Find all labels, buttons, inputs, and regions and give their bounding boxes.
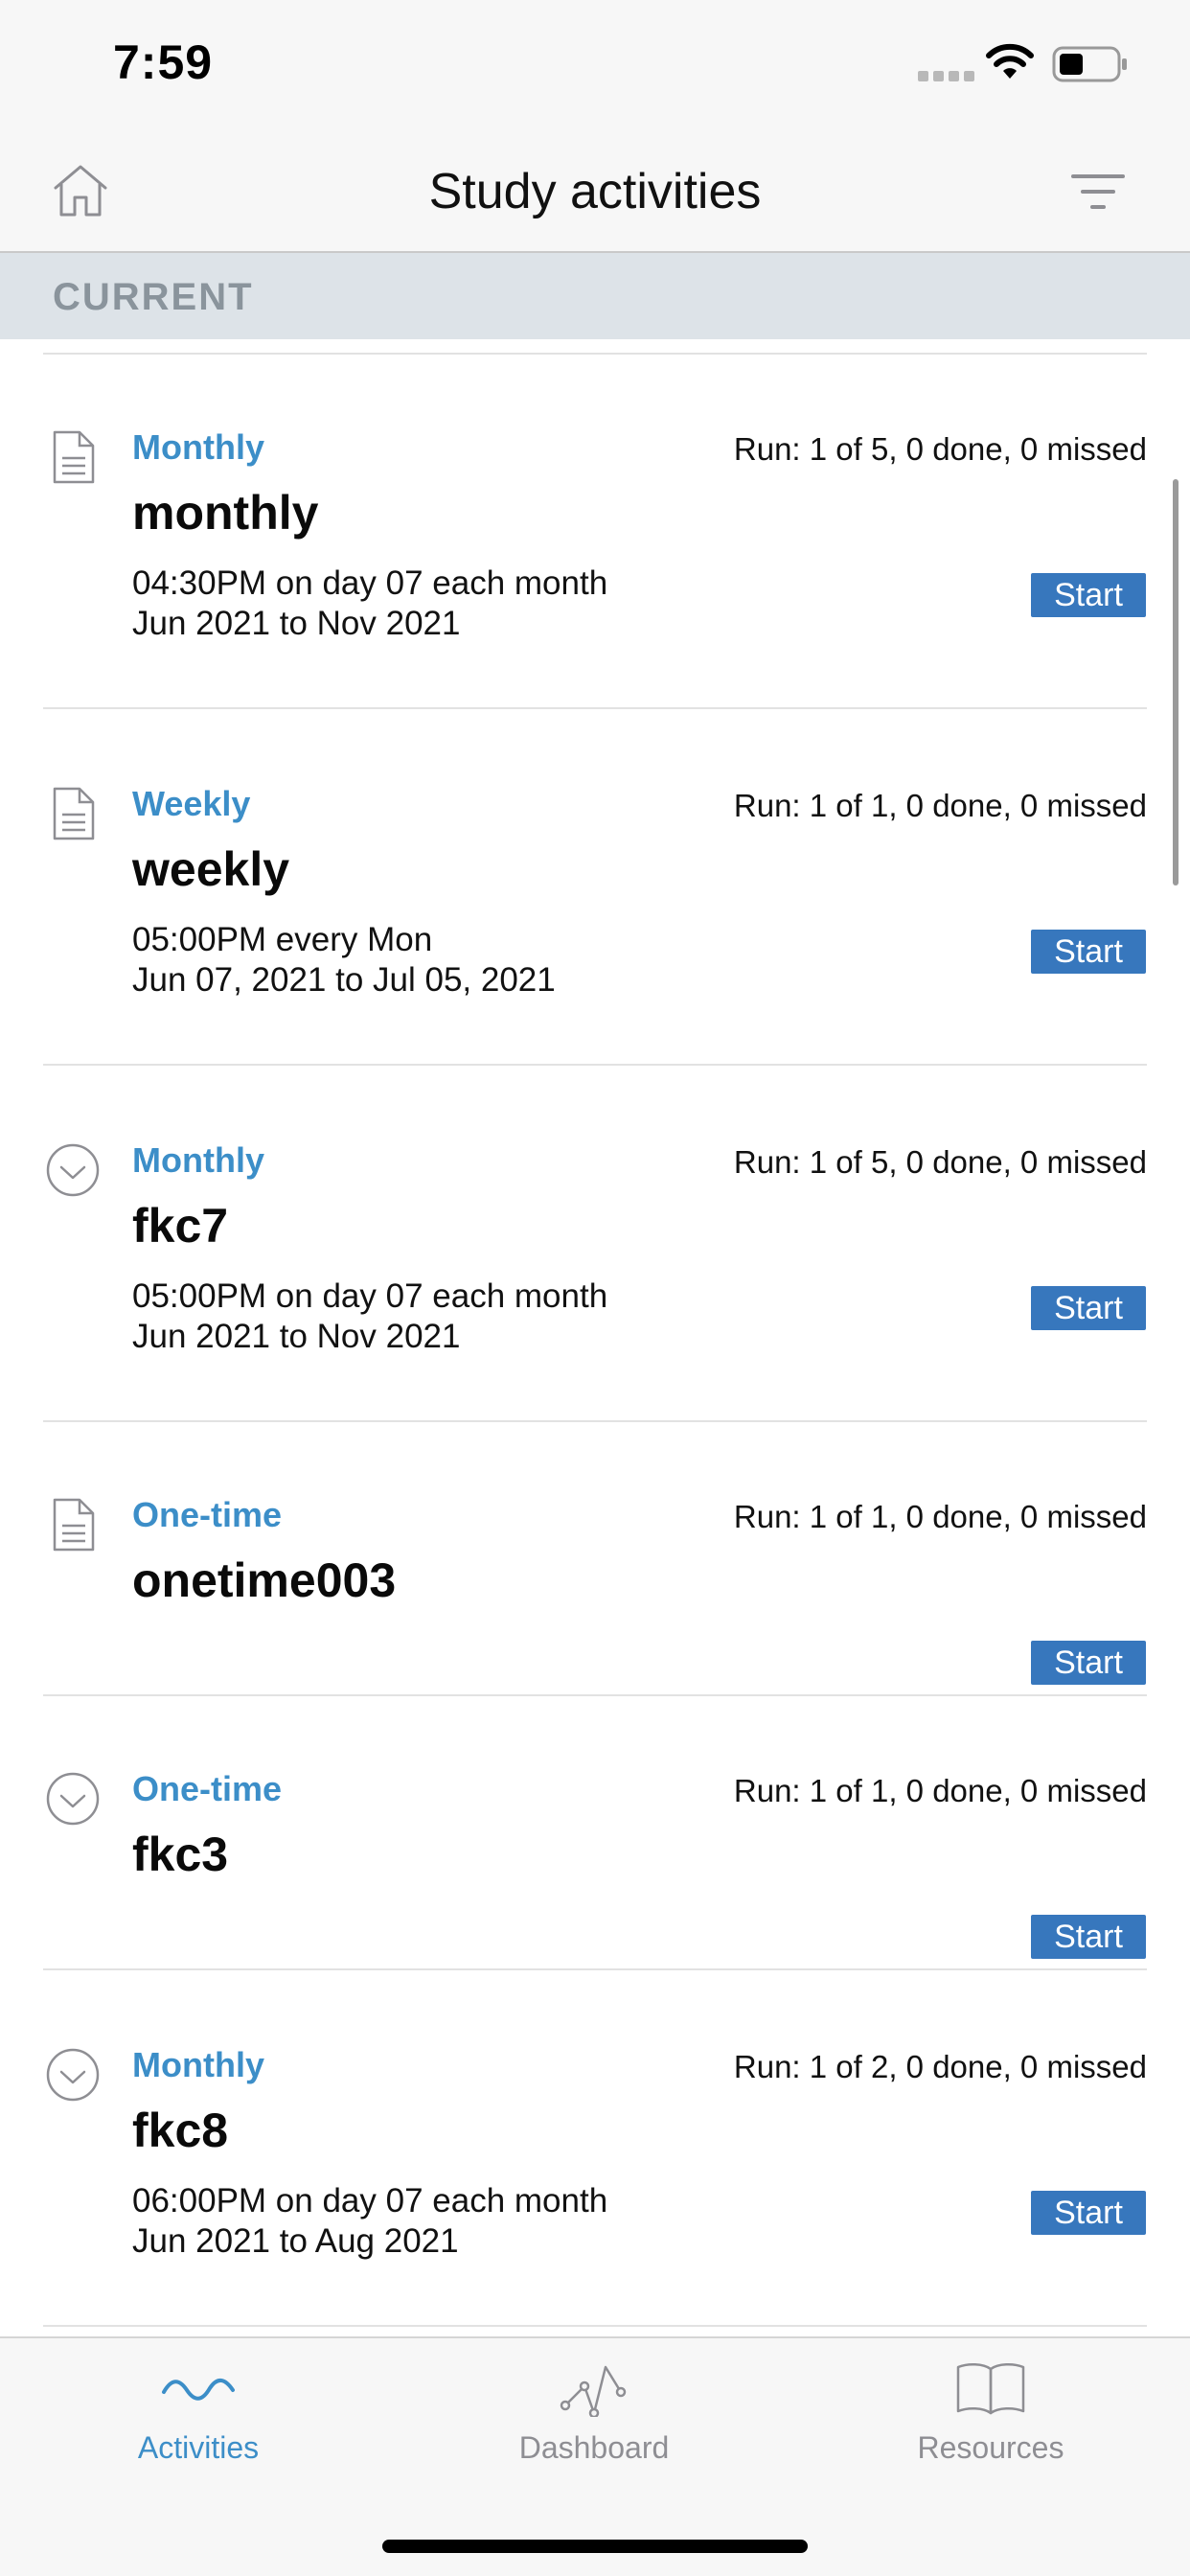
activity-run-status: Run: 1 of 5, 0 done, 0 missed [733, 1144, 1147, 1180]
section-label: CURRENT [53, 276, 254, 318]
start-button[interactable]: Start [1031, 2191, 1146, 2235]
activity-row[interactable]: Weekly Run: 1 of 1, 0 done, 0 missed wee… [0, 709, 1190, 1066]
activity-frequency: Monthly [132, 427, 264, 467]
activities-wave-icon [162, 2379, 235, 2401]
activity-row[interactable]: Monthly Run: 1 of 5, 0 done, 0 missed mo… [0, 355, 1190, 709]
status-bar: 7:59 [0, 0, 1190, 126]
start-button[interactable]: Start [1031, 573, 1146, 617]
activity-row[interactable]: One-time Run: 1 of 1, 0 done, 0 missed o… [0, 1420, 1190, 1696]
activity-schedule: 05:00PM on day 07 each month Jun 2021 to… [132, 1276, 607, 1357]
schedule-time: 05:00PM on day 07 each month [132, 1277, 608, 1315]
activity-name: fkc7 [132, 1199, 229, 1253]
schedule-range: Jun 2021 to Aug 2021 [132, 2222, 459, 2260]
activity-run-status: Run: 1 of 2, 0 done, 0 missed [733, 2049, 1147, 2084]
activity-name: fkc3 [132, 1828, 229, 1881]
schedule-time: 04:30PM on day 07 each month [132, 564, 608, 602]
page-title: Study activities [428, 164, 762, 219]
activity-name: onetime003 [132, 1553, 397, 1607]
activity-run-status: Run: 1 of 1, 0 done, 0 missed [733, 1773, 1147, 1808]
schedule-time: 06:00PM on day 07 each month [132, 2182, 608, 2220]
document-icon [53, 430, 95, 484]
activity-frequency: Weekly [132, 784, 251, 823]
check-circle-icon [46, 1772, 100, 1826]
divider [43, 2325, 1147, 2327]
activity-name: fkc8 [132, 2104, 229, 2157]
activity-schedule: 05:00PM every Mon Jun 07, 2021 to Jul 05… [132, 920, 556, 1000]
section-header-current: CURRENT [0, 253, 1190, 339]
activity-name: weekly [132, 842, 290, 896]
schedule-range: Jun 2021 to Nov 2021 [132, 1318, 461, 1355]
start-button[interactable]: Start [1031, 1641, 1146, 1685]
tab-label: Resources [917, 2430, 1064, 2465]
activity-row[interactable]: One-time Run: 1 of 1, 0 done, 0 missed f… [0, 1694, 1190, 1970]
status-time: 7:59 [113, 35, 214, 89]
filter-icon[interactable] [1069, 169, 1127, 215]
navigation-bar: Study activities [0, 126, 1190, 253]
document-icon [53, 1498, 95, 1552]
activity-schedule: 04:30PM on day 07 each month Jun 2021 to… [132, 564, 607, 644]
book-icon [956, 2363, 1025, 2415]
battery-icon [1052, 46, 1127, 82]
activity-frequency: One-time [132, 1769, 283, 1808]
home-indicator[interactable] [382, 2540, 808, 2553]
activity-frequency: Monthly [132, 1140, 264, 1180]
activity-run-status: Run: 1 of 1, 0 done, 0 missed [733, 1499, 1147, 1534]
activity-row[interactable]: Monthly Run: 1 of 5, 0 done, 0 missed fk… [0, 1064, 1190, 1422]
activity-name: monthly [132, 486, 319, 540]
activity-frequency: One-time [132, 1495, 283, 1534]
schedule-range: Jun 07, 2021 to Jul 05, 2021 [132, 961, 556, 999]
start-button[interactable]: Start [1031, 930, 1146, 974]
cellular-signal-icon [918, 71, 974, 81]
activity-row[interactable]: Monthly Run: 1 of 2, 0 done, 0 missed fk… [0, 1968, 1190, 2336]
activity-run-status: Run: 1 of 1, 0 done, 0 missed [733, 788, 1147, 823]
start-button[interactable]: Start [1031, 1915, 1146, 1959]
tab-label: Dashboard [518, 2430, 670, 2465]
tab-dashboard[interactable]: Dashboard [469, 2359, 719, 2466]
scrollbar[interactable] [1173, 479, 1179, 886]
activity-schedule: 06:00PM on day 07 each month Jun 2021 to… [132, 2181, 607, 2262]
tab-activities[interactable]: Activities [74, 2359, 323, 2466]
check-circle-icon [46, 2048, 100, 2102]
document-icon [53, 787, 95, 840]
wifi-icon [986, 43, 1034, 79]
schedule-time: 05:00PM every Mon [132, 921, 433, 958]
activity-list[interactable]: Monthly Run: 1 of 5, 0 done, 0 missed mo… [0, 339, 1190, 2336]
dashboard-graph-icon [560, 2365, 627, 2417]
activity-run-status: Run: 1 of 5, 0 done, 0 missed [733, 431, 1147, 467]
schedule-range: Jun 2021 to Nov 2021 [132, 605, 461, 642]
activity-frequency: Monthly [132, 2045, 264, 2084]
check-circle-icon [46, 1143, 100, 1197]
start-button[interactable]: Start [1031, 1286, 1146, 1330]
tab-resources[interactable]: Resources [866, 2359, 1115, 2466]
tab-label: Activities [137, 2430, 260, 2465]
